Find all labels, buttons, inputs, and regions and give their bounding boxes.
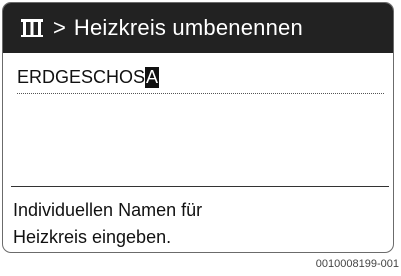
breadcrumb-separator: >: [53, 15, 66, 40]
divider: [11, 186, 389, 187]
name-value: ERDGESCHOS: [17, 66, 146, 87]
help-line-1: Individuellen Namen für: [13, 200, 203, 220]
help-line-2: Heizkreis eingeben.: [13, 227, 172, 247]
page-title: Heizkreis umbenennen: [73, 15, 303, 40]
name-input[interactable]: ERDGESCHOS A: [17, 65, 160, 89]
input-underline: [17, 93, 384, 94]
title-bar: > Heizkreis umbenennen: [3, 3, 393, 53]
figure-code: 0010008199-001: [315, 258, 399, 270]
text-cursor: A: [145, 66, 160, 88]
radiator-icon: [19, 16, 45, 40]
display-panel: > Heizkreis umbenennen ERDGESCHOS A Indiv…: [2, 2, 394, 253]
help-text: Individuellen Namen für Heizkreis eingeb…: [13, 197, 383, 251]
